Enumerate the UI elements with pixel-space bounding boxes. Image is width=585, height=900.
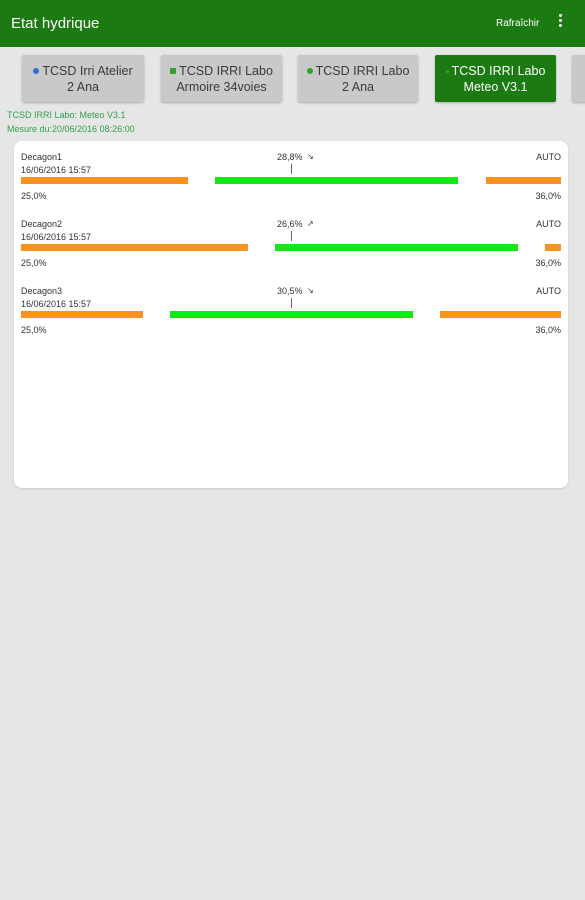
ok-range-bar (215, 177, 458, 184)
low-range-bar (21, 177, 188, 184)
sensor-name: Decagon2 (21, 219, 63, 229)
tab-line2: Armoire 34voies (176, 79, 267, 94)
trend-down-icon: ↘ (307, 286, 314, 295)
sensor-mode: AUTO (536, 286, 561, 296)
high-range-bar (545, 244, 561, 251)
low-range-bar (21, 244, 248, 251)
range-max: 36,0% (535, 325, 561, 335)
trend-up-icon: ↗ (307, 219, 314, 228)
green-dot-icon (306, 68, 313, 75)
sensor-date: 16/06/2016 15:57 (21, 299, 92, 309)
sensor-value: 30,5% (277, 286, 303, 296)
app-title: Etat hydrique (11, 15, 100, 32)
overflow-menu-icon[interactable] (556, 14, 564, 34)
sensor-date: 16/06/2016 15:57 (21, 165, 92, 175)
sensor-date: 16/06/2016 15:57 (21, 232, 92, 242)
refresh-button[interactable]: Rafraîchir (496, 18, 539, 29)
tab-partial[interactable] (572, 55, 585, 102)
ok-range-bar (170, 311, 413, 318)
high-range-bar (440, 311, 561, 318)
value-marker (291, 164, 292, 174)
green-square-icon (170, 68, 177, 75)
measure-date: Mesure du:20/06/2016 08:26:00 (7, 124, 135, 134)
station-name: TCSD IRRI Labo: Meteo V3.1 (7, 110, 126, 120)
tab-line1: TCSD IRRI Labo (315, 63, 410, 78)
tab-irri-labo-meteo[interactable]: TCSD IRRI Labo Meteo V3.1 (435, 55, 556, 102)
app-bar: Etat hydrique Rafraîchir (0, 0, 585, 47)
sensor-row: Decagon3 16/06/2016 15:57 30,5% ↘ AUTO 2… (14, 286, 568, 348)
blue-dot-icon (33, 68, 40, 75)
sensor-card: Decagon1 16/06/2016 15:57 28,8% ↘ AUTO 2… (14, 141, 568, 488)
value-marker (291, 231, 292, 241)
tab-irri-labo-armoire[interactable]: TCSD IRRI Labo Armoire 34voies (161, 55, 282, 102)
station-tabs: TCSD Irri Atelier 2 Ana TCSD IRRI Labo A… (0, 53, 585, 105)
sensor-row: Decagon1 16/06/2016 15:57 28,8% ↘ AUTO 2… (14, 152, 568, 214)
tab-line2: 2 Ana (67, 79, 99, 94)
sensor-mode: AUTO (536, 219, 561, 229)
tab-line1: TCSD IRRI Labo (179, 63, 273, 78)
range-min: 25,0% (21, 258, 47, 268)
sensor-value: 26,6% (277, 219, 303, 229)
high-range-bar (486, 177, 561, 184)
low-range-bar (21, 311, 143, 318)
tab-irri-labo-2ana[interactable]: TCSD IRRI Labo 2 Ana (298, 55, 418, 102)
sensor-name: Decagon3 (21, 286, 63, 296)
ok-range-bar (275, 244, 518, 251)
tab-line1: TCSD Irri Atelier (42, 63, 133, 78)
range-max: 36,0% (535, 258, 561, 268)
sensor-mode: AUTO (536, 152, 561, 162)
tab-line2: 2 Ana (342, 79, 374, 94)
range-max: 36,0% (535, 191, 561, 201)
sensor-name: Decagon1 (21, 152, 63, 162)
sensor-row: Decagon2 16/06/2016 15:57 26,6% ↗ AUTO 2… (14, 219, 568, 281)
value-marker (291, 298, 292, 308)
sensor-value: 28,8% (277, 152, 303, 162)
trend-down-icon: ↘ (307, 152, 314, 161)
tab-irri-atelier[interactable]: TCSD Irri Atelier 2 Ana (22, 55, 144, 102)
tab-line1: TCSD IRRI Labo (451, 63, 546, 78)
green-dot-icon (445, 69, 449, 73)
tab-line2: Meteo V3.1 (463, 79, 528, 94)
range-min: 25,0% (21, 191, 47, 201)
range-min: 25,0% (21, 325, 47, 335)
